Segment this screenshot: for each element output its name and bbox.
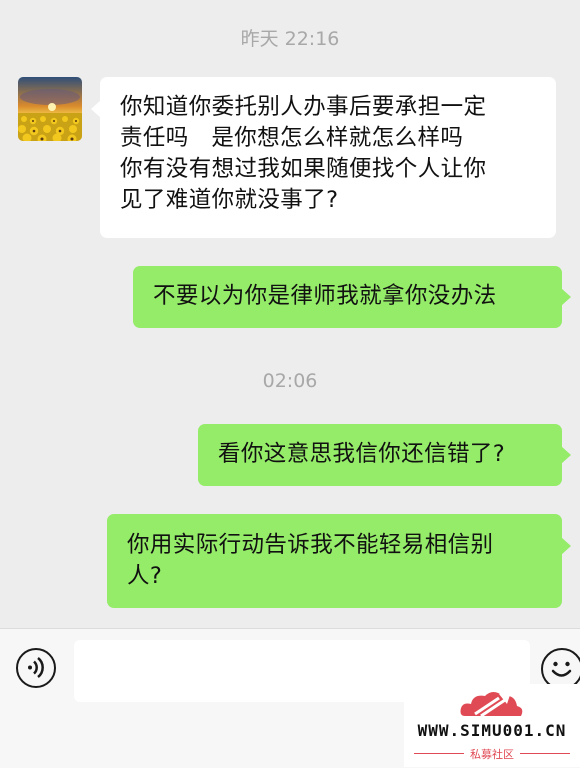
outgoing-message-bubble[interactable]: 看你这意思我信你还信错了? [198, 424, 562, 486]
bubble-tail [561, 446, 571, 464]
watermark-subtitle: 私募社区 [470, 748, 514, 761]
outgoing-message-bubble[interactable]: 你用实际行动告诉我不能轻易相信别 人? [107, 514, 562, 608]
rocket-cloud-logo [460, 692, 523, 718]
voice-icon[interactable] [16, 648, 56, 688]
smiley-face-icon [551, 661, 572, 677]
outgoing-message-bubble[interactable]: 不要以为你是律师我就拿你没办法 [133, 266, 562, 328]
incoming-message-bubble[interactable]: 你知道你委托别人办事后要承担一定 责任吗 是你想怎么样就怎么样吗 你有没有想过我… [100, 77, 556, 238]
contact-avatar[interactable] [18, 77, 82, 141]
bubble-tail [561, 288, 571, 306]
voice-wave-icon [28, 657, 44, 678]
watermark-url: WWW.SIMU001.CN [417, 721, 567, 740]
site-watermark: WWW.SIMU001.CN 私募社区 [404, 684, 580, 767]
timestamp: 昨天 22:16 [240, 28, 340, 50]
timestamp: 02:06 [262, 370, 318, 392]
sunflower-field-image [18, 77, 82, 141]
bubble-tail [561, 537, 571, 555]
